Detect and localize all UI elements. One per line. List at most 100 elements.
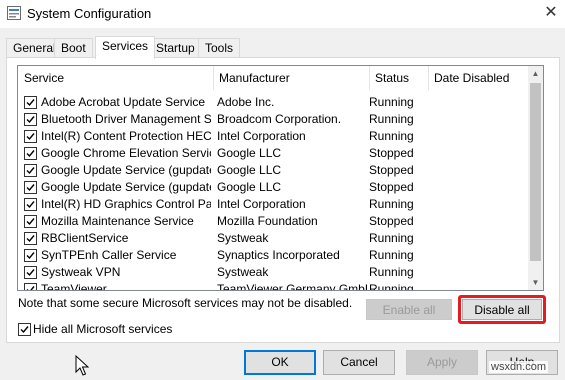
- service-name: Intel(R) Content Protection HEC...: [41, 129, 211, 143]
- service-checkbox[interactable]: [24, 249, 37, 262]
- service-name: Google Update Service (gupdatem): [41, 180, 211, 194]
- service-checkbox[interactable]: [24, 181, 37, 194]
- service-checkbox[interactable]: [24, 266, 37, 279]
- table-row[interactable]: Adobe Acrobat Update Service Adobe Inc. Ru…: [18, 94, 528, 111]
- checkbox-checked-icon: [26, 184, 35, 192]
- checkbox-checked-icon: [26, 133, 35, 141]
- table-header: Service Manufacturer Status Date Disable…: [18, 66, 528, 90]
- column-header-status[interactable]: Status: [369, 66, 429, 90]
- service-status: Running: [369, 265, 414, 279]
- tab-boot[interactable]: Boot: [54, 38, 93, 58]
- tab-startup[interactable]: Startup: [149, 38, 202, 58]
- service-name: RBClientService: [41, 231, 129, 245]
- column-header-manufacturer[interactable]: Manufacturer: [213, 66, 370, 90]
- service-checkbox[interactable]: [24, 283, 37, 290]
- service-date-disabled: [428, 247, 523, 264]
- service-status: Running: [369, 112, 414, 126]
- cancel-button[interactable]: Cancel: [323, 350, 395, 375]
- table-body: Adobe Acrobat Update Service Adobe Inc. Ru…: [18, 94, 528, 291]
- service-date-disabled: [428, 281, 523, 290]
- service-name: Bluetooth Driver Management S...: [41, 112, 211, 126]
- table-row[interactable]: Google Chrome Elevation Service Google LL…: [18, 145, 528, 162]
- service-checkbox[interactable]: [24, 215, 37, 228]
- checkbox-checked-icon: [26, 235, 35, 243]
- service-status: Stopped: [369, 146, 414, 160]
- column-header-service[interactable]: Service: [18, 66, 214, 90]
- scroll-down-arrow-icon[interactable]: ▼: [528, 275, 543, 290]
- table-row[interactable]: Bluetooth Driver Management S... Broadcom…: [18, 111, 528, 128]
- services-list[interactable]: Service Manufacturer Status Date Disable…: [17, 65, 544, 291]
- service-status: Running: [369, 197, 414, 211]
- apply-button[interactable]: Apply: [406, 350, 478, 375]
- service-date-disabled: [428, 230, 523, 247]
- service-checkbox[interactable]: [24, 130, 37, 143]
- checkbox-checked-icon: [26, 286, 35, 290]
- checkbox-checked-icon: [20, 326, 29, 334]
- hide-microsoft-checkbox[interactable]: [18, 323, 31, 336]
- service-manufacturer: Intel Corporation: [217, 129, 306, 143]
- service-manufacturer: Google LLC: [217, 146, 282, 160]
- close-icon[interactable]: ✕: [537, 3, 565, 25]
- table-row[interactable]: Google Update Service (gupdate) Google LL…: [18, 162, 528, 179]
- service-date-disabled: [428, 264, 523, 281]
- service-manufacturer: Google LLC: [217, 163, 282, 177]
- enable-all-button[interactable]: Enable all: [366, 299, 452, 320]
- service-status: Stopped: [369, 180, 414, 194]
- tab-strip: General Boot Services Startup Tools: [6, 36, 559, 59]
- service-date-disabled: [428, 111, 523, 128]
- checkbox-checked-icon: [26, 116, 35, 124]
- service-manufacturer: Adobe Inc.: [217, 95, 275, 109]
- service-date-disabled: [428, 94, 523, 111]
- service-name: SynTPEnh Caller Service: [41, 248, 177, 262]
- table-row[interactable]: RBClientService Systweak Running: [18, 230, 528, 247]
- column-header-date-disabled[interactable]: Date Disabled: [428, 66, 529, 90]
- services-panel: Service Manufacturer Status Date Disable…: [6, 57, 560, 343]
- service-manufacturer: Broadcom Corporation.: [217, 112, 342, 126]
- service-manufacturer: Mozilla Foundation: [217, 214, 318, 228]
- service-name: Mozilla Maintenance Service: [41, 214, 194, 228]
- table-row[interactable]: SynTPEnh Caller Service Synaptics Incorpo…: [18, 247, 528, 264]
- service-status: Stopped: [369, 214, 414, 228]
- service-status: Stopped: [369, 163, 414, 177]
- service-checkbox[interactable]: [24, 164, 37, 177]
- table-row[interactable]: Intel(R) Content Protection HEC... Intel …: [18, 128, 528, 145]
- system-config-icon: [7, 6, 21, 20]
- window-title: System Configuration: [27, 6, 152, 21]
- service-manufacturer: Synaptics Incorporated: [217, 248, 340, 262]
- vertical-scrollbar[interactable]: ▲ ▼: [528, 66, 543, 290]
- service-checkbox[interactable]: [24, 147, 37, 160]
- scroll-up-arrow-icon[interactable]: ▲: [528, 66, 543, 81]
- service-date-disabled: [428, 213, 523, 230]
- service-checkbox[interactable]: [24, 113, 37, 126]
- ok-button[interactable]: OK: [244, 350, 316, 375]
- service-manufacturer: Systweak: [217, 265, 269, 279]
- service-status: Running: [369, 231, 414, 245]
- checkbox-checked-icon: [26, 218, 35, 226]
- secure-services-note: Note that some secure Microsoft services…: [18, 296, 353, 310]
- service-checkbox[interactable]: [24, 198, 37, 211]
- mouse-cursor-icon: [75, 355, 89, 376]
- service-manufacturer: Google LLC: [217, 180, 282, 194]
- checkbox-checked-icon: [26, 252, 35, 260]
- table-row[interactable]: TeamViewer TeamViewer Germany GmbH Running: [18, 281, 528, 291]
- table-row[interactable]: Systweak VPN Systweak Running: [18, 264, 528, 281]
- tab-tools[interactable]: Tools: [198, 38, 241, 58]
- service-status: Running: [369, 282, 414, 291]
- hide-microsoft-label[interactable]: Hide all Microsoft services: [33, 321, 172, 337]
- table-row[interactable]: Mozilla Maintenance Service Mozilla Found…: [18, 213, 528, 230]
- tab-services[interactable]: Services: [95, 36, 156, 59]
- service-date-disabled: [428, 196, 523, 213]
- checkbox-checked-icon: [26, 201, 35, 209]
- service-name: Intel(R) HD Graphics Control Pa...: [41, 197, 211, 211]
- service-status: Running: [369, 95, 414, 109]
- table-row[interactable]: Google Update Service (gupdatem) Google L…: [18, 179, 528, 196]
- service-name: TeamViewer: [41, 282, 107, 291]
- table-row[interactable]: Intel(R) HD Graphics Control Pa... Intel …: [18, 196, 528, 213]
- scroll-thumb[interactable]: [530, 83, 541, 261]
- service-name: Adobe Acrobat Update Service: [41, 95, 206, 109]
- service-name: Google Chrome Elevation Service: [41, 146, 211, 160]
- service-checkbox[interactable]: [24, 232, 37, 245]
- service-checkbox[interactable]: [24, 96, 37, 109]
- service-name: Google Update Service (gupdate): [41, 163, 211, 177]
- service-date-disabled: [428, 128, 523, 145]
